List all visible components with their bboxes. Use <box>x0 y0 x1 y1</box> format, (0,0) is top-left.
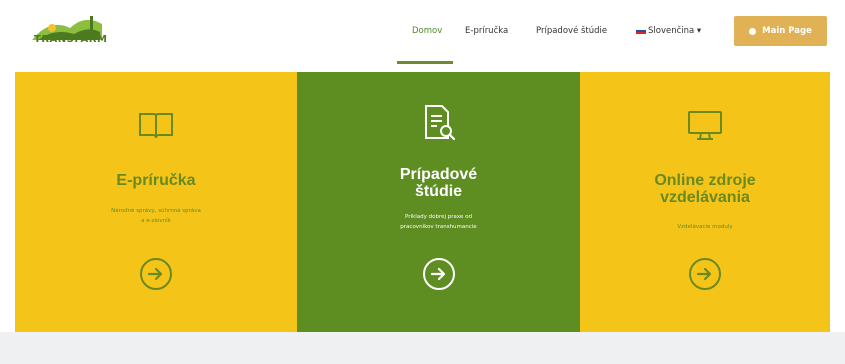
slovak-flag-icon <box>636 27 646 34</box>
nav-item-domov[interactable]: Domov <box>412 26 442 40</box>
card-title-line: Online zdroje <box>654 172 756 189</box>
nav-item-pripadove-studie[interactable]: Prípadové štúdie <box>536 26 607 40</box>
card-online-zdroje[interactable]: Online zdroje vzdelávania Vzdelávacie mo… <box>580 72 830 332</box>
arrow-right-icon <box>148 267 163 281</box>
main-page-label: Main Page <box>762 26 812 36</box>
nav-item-e-prirucka[interactable]: E-príručka <box>465 26 508 40</box>
card-description: Národné správy, súhrnná správa a e-slovn… <box>15 206 297 226</box>
card-title: Prípadové štúdie <box>297 166 580 200</box>
card-pripadove-studie[interactable]: Prípadové štúdie Príklady dobrej praxe o… <box>297 72 580 332</box>
card-desc-line: Príklady dobrej praxe od <box>405 214 472 220</box>
arrow-right-icon <box>430 267 445 281</box>
globe-icon <box>749 27 757 35</box>
arrow-button[interactable] <box>140 258 172 290</box>
active-nav-underline <box>397 61 453 64</box>
card-title: Online zdroje vzdelávania <box>580 172 830 206</box>
language-dropdown[interactable]: Slovenčina ▾ <box>636 26 701 40</box>
arrow-button[interactable] <box>422 258 455 290</box>
arrow-right-icon <box>697 267 712 281</box>
card-title-line: vzdelávania <box>660 189 750 206</box>
card-title-line: štúdie <box>414 183 463 200</box>
document-search-icon <box>422 104 456 146</box>
logo-wordmark: TRANSFARM <box>34 34 108 45</box>
card-desc-line: a e-slovník <box>141 218 171 224</box>
card-desc-line: Vzdelávacie moduly <box>677 224 733 230</box>
card-title: E-príručka <box>116 172 196 189</box>
card-description: Vzdelávacie moduly <box>580 222 830 232</box>
site-header: TRANSFARM Domov E-príručka Prípadové štú… <box>0 0 845 68</box>
main-page-button[interactable]: Main Page <box>734 16 827 46</box>
card-desc-line: Národné správy, súhrnná správa <box>111 208 201 214</box>
card-e-prirucka[interactable]: E-príručka Národné správy, súhrnná správ… <box>15 72 297 332</box>
language-label: Slovenčina ▾ <box>648 26 702 36</box>
monitor-icon <box>687 110 723 146</box>
card-desc-line: pracovníkov transhumancie <box>400 224 477 230</box>
arrow-button[interactable] <box>689 258 721 290</box>
book-icon <box>138 110 174 144</box>
card-description: Príklady dobrej praxe od pracovníkov tra… <box>297 212 580 232</box>
bottom-section <box>0 332 845 364</box>
transfarm-logo[interactable] <box>30 10 112 52</box>
card-title-line: Prípadové <box>399 166 478 183</box>
